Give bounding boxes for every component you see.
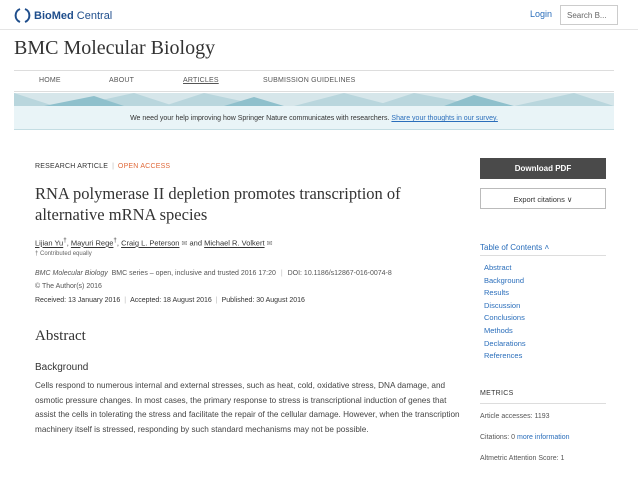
toc-item-background[interactable]: Background [484,275,526,288]
article-title: RNA polymerase II depletion promotes tra… [35,184,401,224]
received-date: Received: 13 January 2016 [35,297,121,304]
citations-metric: Citations: 0 more information [480,434,570,441]
altmetric-score[interactable]: Altmetric Attention Score: 1 [480,455,564,462]
citation-line: BMC Molecular Biology BMC series – open,… [35,270,392,277]
brand-name: BioMed Central [34,9,113,22]
copyright: © The Author(s) 2016 [35,283,102,290]
toc-toggle[interactable]: Table of Contents ˄ [480,243,549,252]
toc-item-references[interactable]: References [484,350,526,363]
survey-banner: We need your help improving how Springer… [14,106,614,130]
toc-item-discussion[interactable]: Discussion [484,300,526,313]
metrics-heading: METRICS [480,390,514,397]
published-date: Published: 30 August 2016 [221,297,305,304]
biomed-central-logo[interactable]: BioMed Central [14,7,112,24]
accepted-date: Accepted: 18 August 2016 [130,297,212,304]
nav-home[interactable]: HOME [39,77,61,84]
toc-item-conclusions[interactable]: Conclusions [484,312,526,325]
email-icon[interactable]: ✉ [182,241,188,248]
abstract-heading: Abstract [35,328,86,344]
citation-info: BMC series – open, inclusive and trusted… [111,270,276,277]
article-dates: Received: 13 January 2016 | Accepted: 18 A… [35,297,305,304]
export-citations-button[interactable]: Export citations ∨ [480,188,606,209]
doi[interactable]: DOI: 10.1186/s12867-016-0074-8 [288,270,392,277]
email-icon[interactable]: ✉ [267,241,273,248]
top-bar: BioMed Central Login Search B... [0,0,638,30]
journal-title[interactable]: BMC Molecular Biology [14,37,215,60]
biomed-logo-icon [14,7,31,24]
background-text: Cells respond to numerous internal and e… [35,381,460,434]
toc-item-declarations[interactable]: Declarations [484,338,526,351]
background-heading: Background [35,362,89,373]
toc-item-methods[interactable]: Methods [484,325,526,338]
article-kicker: RESEARCH ARTICLE | OPEN ACCESS [35,163,171,170]
download-pdf-button[interactable]: Download PDF [480,158,606,179]
article-type: RESEARCH ARTICLE [35,163,109,170]
author-link[interactable]: Michael R. Volkert [204,239,264,248]
nav-submission-guidelines[interactable]: SUBMISSION GUIDELINES [263,77,356,84]
contributed-note: † Contributed equally [35,251,92,257]
author-list: Lijian Yu†, Mayuri Rege†, Craig L. Peter… [35,237,273,248]
divider [480,403,606,404]
banner-pattern [14,93,614,106]
search-input[interactable]: Search B... [560,5,618,25]
article-accesses: Article accesses: 1193 [480,413,550,420]
main-nav: HOME ABOUT ARTICLES SUBMISSION GUIDELINE… [14,70,614,92]
toc-list: Abstract Background Results Discussion C… [484,262,526,363]
divider [480,255,606,256]
citation-journal: BMC Molecular Biology [35,270,108,277]
survey-text: We need your help improving how Springer… [130,115,390,122]
survey-link[interactable]: Share your thoughts in our survey. [391,115,497,122]
toc-item-abstract[interactable]: Abstract [484,262,526,275]
open-access-badge: OPEN ACCESS [117,163,171,170]
nav-articles[interactable]: ARTICLES [183,77,219,84]
citations-more-link[interactable]: more information [517,434,570,441]
toc-item-results[interactable]: Results [484,287,526,300]
author-link[interactable]: Lijian Yu [35,239,63,248]
login-link[interactable]: Login [530,9,552,19]
nav-about[interactable]: ABOUT [109,77,134,84]
author-link[interactable]: Craig L. Peterson [121,239,179,248]
author-link[interactable]: Mayuri Rege [71,239,114,248]
